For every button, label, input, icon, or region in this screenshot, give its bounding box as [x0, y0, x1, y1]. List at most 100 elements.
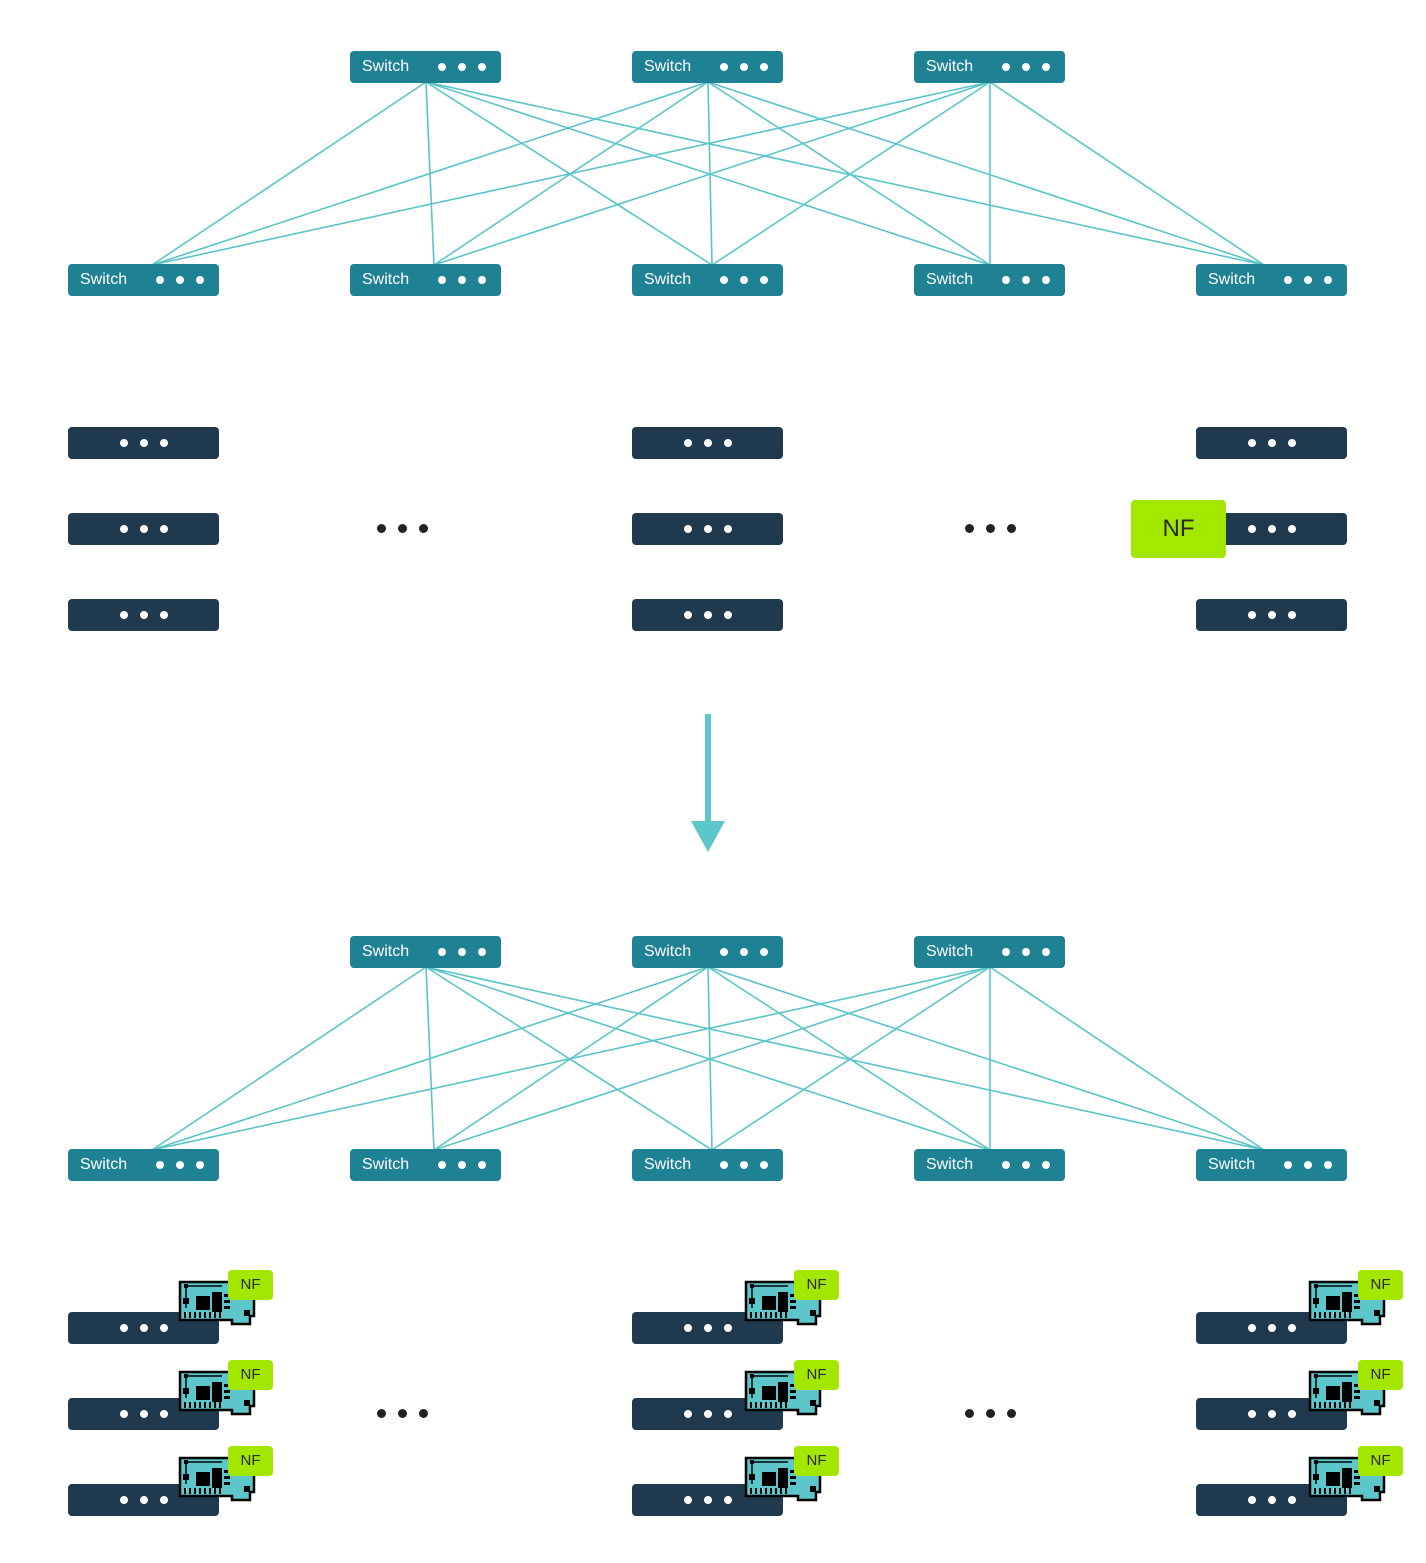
nf-badge: NF	[228, 1360, 273, 1390]
port-dot	[438, 276, 446, 284]
port-dot	[1268, 611, 1276, 619]
port-dot	[720, 276, 728, 284]
switch-label: Switch	[362, 58, 410, 75]
port-dot	[740, 948, 748, 956]
after-link-spine0-leaf0	[151, 966, 427, 1151]
smart-nic: NF	[178, 1270, 274, 1328]
after-leaf-switch: Switch	[68, 1149, 219, 1181]
port-dot	[1248, 525, 1256, 533]
port-dot	[1304, 1161, 1312, 1169]
port-dot	[704, 439, 712, 447]
port-dot	[724, 525, 732, 533]
port-dot	[478, 63, 486, 71]
before-server	[68, 513, 219, 545]
port-dot	[724, 1324, 732, 1332]
after-leaf-switch: Switch	[1196, 1149, 1347, 1181]
ellipsis-dot	[986, 1409, 995, 1418]
before-leaf-switch: Switch	[350, 264, 501, 296]
port-dots	[720, 276, 768, 284]
after-link-spine2-leaf1	[433, 966, 991, 1151]
port-dot	[704, 1410, 712, 1418]
port-dot	[176, 1161, 184, 1169]
port-dot	[160, 1324, 168, 1332]
port-dot	[176, 276, 184, 284]
port-dots	[1248, 1496, 1296, 1504]
nf-badge: NF	[1358, 1270, 1403, 1300]
port-dot	[1324, 276, 1332, 284]
port-dots	[120, 1410, 168, 1418]
after-link-spine1-leaf2	[707, 966, 713, 1151]
port-dots	[1284, 276, 1332, 284]
ellipsis-dot	[965, 524, 974, 533]
before-link-spine1-leaf4	[707, 81, 1265, 266]
ellipsis-dot	[1007, 1409, 1016, 1418]
port-dot	[140, 1410, 148, 1418]
port-dots	[1002, 948, 1050, 956]
port-dot	[684, 1496, 692, 1504]
after-link-spine2-leaf4	[989, 966, 1265, 1151]
port-dot	[120, 439, 128, 447]
nf-badge: NF	[794, 1270, 839, 1300]
switch-label: Switch	[644, 58, 692, 75]
port-dot	[1248, 439, 1256, 447]
port-dot	[1248, 1496, 1256, 1504]
before-leaf-switch: Switch	[1196, 264, 1347, 296]
port-dot	[1288, 611, 1296, 619]
before-link-spine2-leaf2	[711, 81, 991, 266]
ellipsis-dot	[377, 524, 386, 533]
before-server	[1196, 599, 1347, 631]
port-dots	[120, 439, 168, 447]
port-dot	[160, 525, 168, 533]
port-dot	[724, 1410, 732, 1418]
switch-label: Switch	[362, 943, 410, 960]
nf-badge: NF	[228, 1270, 273, 1300]
more-servers-ellipsis	[965, 1409, 1016, 1419]
port-dot	[1042, 1161, 1050, 1169]
port-dot	[720, 948, 728, 956]
before-server	[632, 599, 783, 631]
port-dot	[1288, 1410, 1296, 1418]
more-servers-ellipsis	[377, 524, 428, 534]
after-leaf-switch: Switch	[914, 1149, 1065, 1181]
port-dot	[1288, 1496, 1296, 1504]
port-dot	[1248, 1324, 1256, 1332]
port-dots	[720, 948, 768, 956]
port-dots	[720, 63, 768, 71]
after-link-spine1-leaf1	[433, 966, 709, 1151]
switch-label: Switch	[80, 271, 128, 288]
port-dot	[196, 276, 204, 284]
port-dot	[760, 1161, 768, 1169]
before-link-spine2-leaf0	[151, 81, 991, 266]
port-dot	[760, 276, 768, 284]
port-dot	[1268, 439, 1276, 447]
port-dot	[458, 63, 466, 71]
port-dot	[1284, 1161, 1292, 1169]
port-dot	[1324, 1161, 1332, 1169]
before-link-spine1-leaf1	[433, 81, 709, 266]
port-dots	[1248, 525, 1296, 533]
after-spine-switch: Switch	[632, 936, 783, 968]
port-dots	[438, 948, 486, 956]
port-dots	[684, 1410, 732, 1418]
port-dot	[1268, 1410, 1276, 1418]
port-dot	[156, 1161, 164, 1169]
port-dot	[704, 1496, 712, 1504]
arrow-down-icon	[691, 714, 725, 852]
before-link-spine1-leaf2	[707, 81, 713, 266]
port-dot	[720, 1161, 728, 1169]
before-spine-switch: Switch	[350, 51, 501, 83]
port-dots	[1002, 276, 1050, 284]
port-dots	[120, 1496, 168, 1504]
smart-nic: NF	[1308, 1360, 1404, 1418]
port-dot	[1248, 1410, 1256, 1418]
port-dot	[478, 1161, 486, 1169]
after-spine-switch: Switch	[914, 936, 1065, 968]
port-dots	[1284, 1161, 1332, 1169]
before-link-spine0-leaf1	[425, 81, 435, 266]
smart-nic: NF	[744, 1360, 840, 1418]
before-link-spine2-leaf1	[433, 81, 991, 266]
port-dots	[684, 525, 732, 533]
port-dots	[156, 276, 204, 284]
before-server	[632, 427, 783, 459]
port-dot	[1304, 276, 1312, 284]
